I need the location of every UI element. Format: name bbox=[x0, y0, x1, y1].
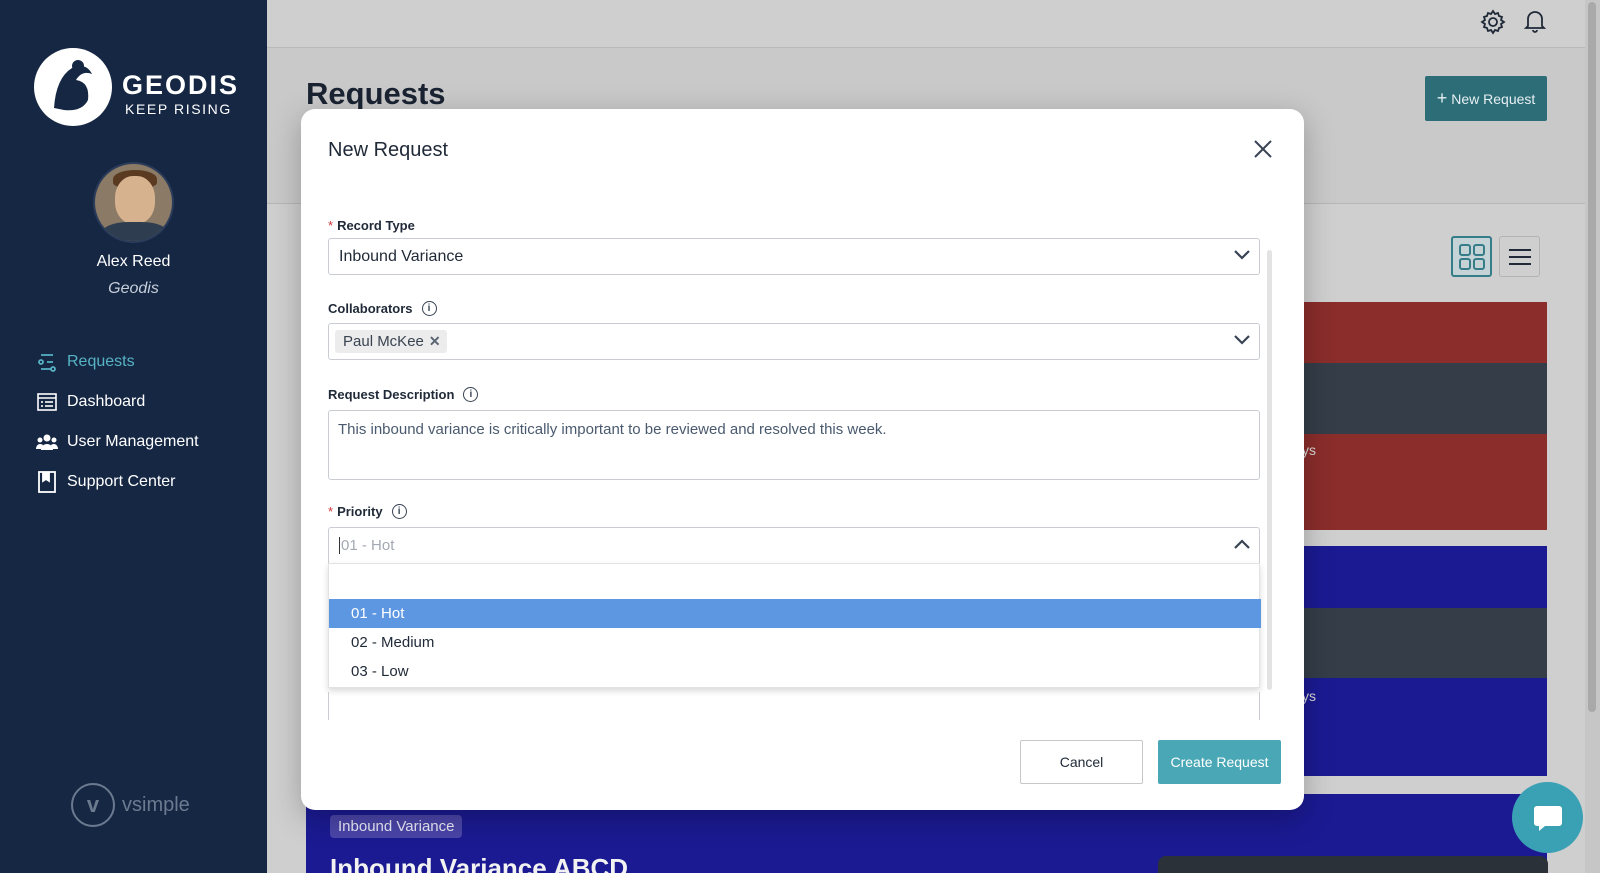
requests-icon bbox=[36, 351, 58, 373]
new-request-label: New Request bbox=[1451, 90, 1536, 107]
required-marker: * bbox=[328, 504, 334, 519]
close-icon[interactable] bbox=[1252, 138, 1274, 160]
avatar[interactable] bbox=[93, 162, 174, 243]
info-icon[interactable]: i bbox=[463, 387, 479, 402]
collaborator-chip-label: Paul McKee bbox=[343, 333, 424, 350]
card-text-fragment: ys bbox=[1302, 442, 1316, 458]
collaborators-select[interactable]: Paul McKee ✕ bbox=[328, 323, 1260, 360]
sidebar-item-label: Support Center bbox=[67, 473, 176, 490]
gear-icon[interactable] bbox=[1480, 9, 1506, 40]
page-scrollbar[interactable] bbox=[1585, 0, 1600, 873]
request-card-title: Inbound Variance ABCD bbox=[330, 853, 629, 873]
status-badge: Inbound Variance bbox=[330, 815, 463, 838]
card-text-fragment: ys bbox=[1302, 688, 1316, 704]
record-type-value: Inbound Variance bbox=[339, 247, 464, 265]
geodis-mark-icon bbox=[34, 48, 112, 126]
collaborator-chip: Paul McKee ✕ bbox=[335, 330, 447, 353]
user-name: Alex Reed bbox=[96, 253, 171, 270]
priority-label: * Priority i bbox=[328, 504, 407, 519]
description-label-text: Request Description bbox=[328, 387, 455, 402]
sidebar-item-dashboard[interactable]: Dashboard bbox=[36, 382, 199, 422]
sidebar-item-label: Requests bbox=[67, 353, 135, 370]
collaborators-label: Collaborators i bbox=[328, 301, 437, 316]
chevron-down-icon bbox=[1233, 248, 1251, 266]
hidden-field bbox=[328, 692, 1260, 720]
request-card-header[interactable] bbox=[1300, 546, 1547, 608]
book-icon bbox=[36, 471, 58, 493]
sidebar-item-label: User Management bbox=[67, 433, 199, 450]
sidebar-item-requests[interactable]: Requests bbox=[36, 342, 199, 382]
chevron-up-icon bbox=[1233, 537, 1251, 555]
sidebar-item-label: Dashboard bbox=[67, 393, 146, 410]
priority-dropdown: 01 - Hot 02 - Medium 03 - Low bbox=[328, 563, 1261, 688]
new-request-button[interactable]: + New Request bbox=[1425, 76, 1547, 121]
chat-icon bbox=[1533, 805, 1562, 831]
priority-option-hot[interactable]: 01 - Hot bbox=[329, 599, 1261, 628]
plus-icon: + bbox=[1436, 88, 1448, 108]
priority-label-text: Priority bbox=[337, 504, 383, 519]
request-card-band bbox=[1300, 608, 1547, 678]
vsimple-text: vsimple bbox=[122, 793, 190, 816]
info-icon[interactable]: i bbox=[421, 301, 437, 316]
info-icon[interactable]: i bbox=[391, 504, 407, 519]
users-icon bbox=[36, 431, 58, 453]
sidebar-nav: Requests Dashboard User Management Suppo… bbox=[36, 342, 199, 502]
priority-option-medium[interactable]: 02 - Medium bbox=[329, 628, 1261, 657]
sidebar-item-support-center[interactable]: Support Center bbox=[36, 462, 199, 502]
bell-icon[interactable] bbox=[1523, 8, 1547, 39]
modal-title: New Request bbox=[328, 139, 449, 161]
request-card-header[interactable] bbox=[1300, 302, 1547, 363]
collaborators-label-text: Collaborators bbox=[328, 301, 413, 316]
record-type-label: * Record Type bbox=[328, 218, 415, 233]
remove-chip-icon[interactable]: ✕ bbox=[429, 333, 441, 350]
user-org: Geodis bbox=[108, 280, 159, 297]
new-request-modal: New Request * Record Type Inbound Varian… bbox=[301, 109, 1304, 810]
priority-option-low[interactable]: 03 - Low bbox=[329, 657, 1261, 686]
chevron-down-icon bbox=[1233, 333, 1251, 351]
geodis-logo[interactable]: GEODIS KEEP RISING bbox=[34, 48, 237, 128]
topbar bbox=[267, 0, 1600, 48]
brand-name: GEODIS bbox=[122, 70, 240, 100]
record-type-select[interactable]: Inbound Variance bbox=[328, 238, 1260, 275]
cancel-button[interactable]: Cancel bbox=[1020, 740, 1143, 784]
record-type-label-text: Record Type bbox=[337, 218, 415, 233]
page-title: Requests bbox=[306, 76, 446, 111]
request-card-band bbox=[1300, 363, 1547, 434]
brand-tagline: KEEP RISING bbox=[125, 101, 232, 117]
description-textarea[interactable]: This inbound variance is critically impo… bbox=[328, 410, 1260, 480]
create-request-button[interactable]: Create Request bbox=[1158, 740, 1281, 784]
priority-placeholder: 01 - Hot bbox=[339, 537, 395, 554]
required-marker: * bbox=[328, 218, 334, 233]
modal-scrollbar[interactable] bbox=[1267, 250, 1272, 690]
priority-select[interactable]: 01 - Hot bbox=[328, 527, 1260, 563]
list-view-toggle[interactable] bbox=[1499, 236, 1540, 277]
card-footer-pill bbox=[1158, 856, 1548, 873]
sidebar-item-user-management[interactable]: User Management bbox=[36, 422, 199, 462]
vsimple-logo: v vsimple bbox=[71, 783, 190, 827]
vsimple-icon: v bbox=[71, 783, 115, 827]
request-card-body bbox=[1300, 678, 1547, 776]
chat-button[interactable] bbox=[1512, 782, 1583, 853]
description-label: Request Description i bbox=[328, 387, 479, 402]
sidebar: GEODIS KEEP RISING Alex Reed Geodis Requ… bbox=[0, 0, 267, 873]
grid-view-toggle[interactable] bbox=[1451, 236, 1492, 277]
request-card-body bbox=[1300, 434, 1547, 530]
list-icon bbox=[1508, 248, 1531, 265]
dashboard-icon bbox=[36, 391, 58, 413]
grid-icon bbox=[1458, 243, 1485, 270]
